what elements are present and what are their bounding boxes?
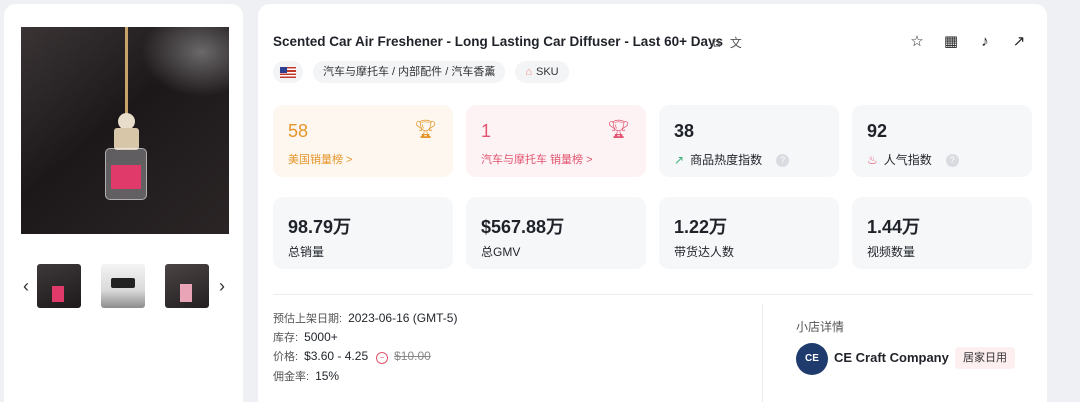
stat-label: 视频数量	[867, 245, 916, 259]
tiktok-icon[interactable]: ♪	[975, 31, 995, 51]
freshener-cap	[114, 128, 139, 150]
freshener-string	[125, 27, 128, 127]
sku-tag[interactable]: ⌂ SKU	[515, 61, 569, 83]
trend-up-icon: ↗	[674, 153, 685, 167]
stat-label: 总销量	[288, 245, 325, 259]
category-sales-rank-link[interactable]: 汽车与摩托车 销量榜 >	[481, 151, 593, 167]
us-sales-rank-link[interactable]: 美国销量榜 >	[288, 151, 352, 167]
image-glare	[141, 27, 229, 97]
thumbnail-2[interactable]	[101, 264, 145, 308]
stat-label: ♨ 人气指数?	[867, 151, 959, 168]
shop-logo[interactable]: CE	[796, 343, 828, 375]
translate-icon[interactable]: 文	[730, 36, 742, 50]
category-tag[interactable]: 汽车与摩托车 / 内部配件 / 汽车香薰	[313, 61, 506, 83]
stat-total-gmv: $567.88万 总GMV	[466, 197, 646, 269]
stat-value: 58	[288, 121, 309, 141]
copy-icon[interactable]: ⧉	[712, 36, 721, 50]
stat-creator-count: 1.22万 带货达人数	[659, 197, 839, 269]
title-actions: ⧉ 文	[712, 34, 742, 51]
product-gallery-card: ‹ ›	[4, 4, 243, 402]
thumbnail-3[interactable]	[165, 264, 209, 308]
price-row: 价格: $3.60 - 4.25− $10.00	[273, 349, 431, 364]
stat-value: $567.88万	[481, 217, 565, 237]
stat-value: 1.44万	[867, 217, 921, 237]
commission-row: 佣金率: 15%	[273, 369, 340, 383]
stat-label: 带货达人数	[674, 245, 735, 259]
discount-icon: −	[376, 352, 389, 364]
prev-arrow-icon[interactable]: ‹	[23, 277, 29, 295]
star-icon[interactable]: ☆	[907, 31, 927, 51]
shop-heading: 小店详情	[796, 320, 845, 334]
trophy-icon: 🏆︎	[607, 119, 630, 139]
original-price: $10.00	[394, 349, 431, 363]
product-main-image[interactable]	[21, 27, 229, 234]
stat-value: 92	[867, 121, 888, 141]
section-divider	[273, 294, 1033, 295]
freshener-label	[111, 165, 141, 189]
listed-date-row: 预估上架日期: 2023-06-16 (GMT-5)	[273, 311, 458, 325]
stat-value: 1.22万	[674, 217, 728, 237]
stat-heat-index: 38 ↗ 商品热度指数?	[659, 105, 839, 177]
trophy-icon: 🏆︎	[414, 119, 437, 139]
product-info-card: Scented Car Air Freshener - Long Lasting…	[258, 4, 1047, 402]
stat-value: 98.79万	[288, 217, 352, 237]
stat-us-sales-rank: 58 美国销量榜 > 🏆︎	[273, 105, 453, 177]
thumbnail-strip: ‹ ›	[21, 264, 231, 310]
thumbnail-1[interactable]	[37, 264, 81, 308]
stat-label: 总GMV	[481, 245, 521, 259]
stat-video-count: 1.44万 视频数量	[852, 197, 1032, 269]
stat-value: 38	[674, 121, 695, 141]
product-title: Scented Car Air Freshener - Long Lasting…	[273, 34, 723, 49]
column-divider	[762, 304, 763, 402]
stat-value: 1	[481, 121, 492, 141]
stat-label: ↗ 商品热度指数?	[674, 151, 790, 168]
stat-popularity-index: 92 ♨ 人气指数?	[852, 105, 1032, 177]
sku-label: SKU	[536, 66, 559, 78]
help-icon[interactable]: ?	[945, 154, 959, 167]
next-arrow-icon[interactable]: ›	[219, 277, 225, 295]
stock-row: 库存: 5000+	[273, 330, 338, 344]
tag-icon: ⌂	[525, 66, 532, 78]
product-tags: 汽车与摩托车 / 内部配件 / 汽车香薰 ⌂ SKU	[273, 61, 569, 83]
stat-category-sales-rank: 1 汽车与摩托车 销量榜 > 🏆︎	[466, 105, 646, 177]
external-link-icon[interactable]: ↗	[1009, 31, 1029, 51]
qr-code-icon[interactable]: ▦	[941, 31, 961, 51]
us-flag-icon	[273, 61, 303, 83]
stat-total-sales: 98.79万 总销量	[273, 197, 453, 269]
top-action-bar: ☆ ▦ ♪ ↗	[907, 31, 1029, 51]
help-icon[interactable]: ?	[776, 154, 790, 167]
shop-name-link[interactable]: CE Craft Company	[834, 350, 949, 365]
shop-category-tag: 居家日用	[955, 347, 1015, 369]
fire-icon: ♨	[867, 153, 878, 167]
